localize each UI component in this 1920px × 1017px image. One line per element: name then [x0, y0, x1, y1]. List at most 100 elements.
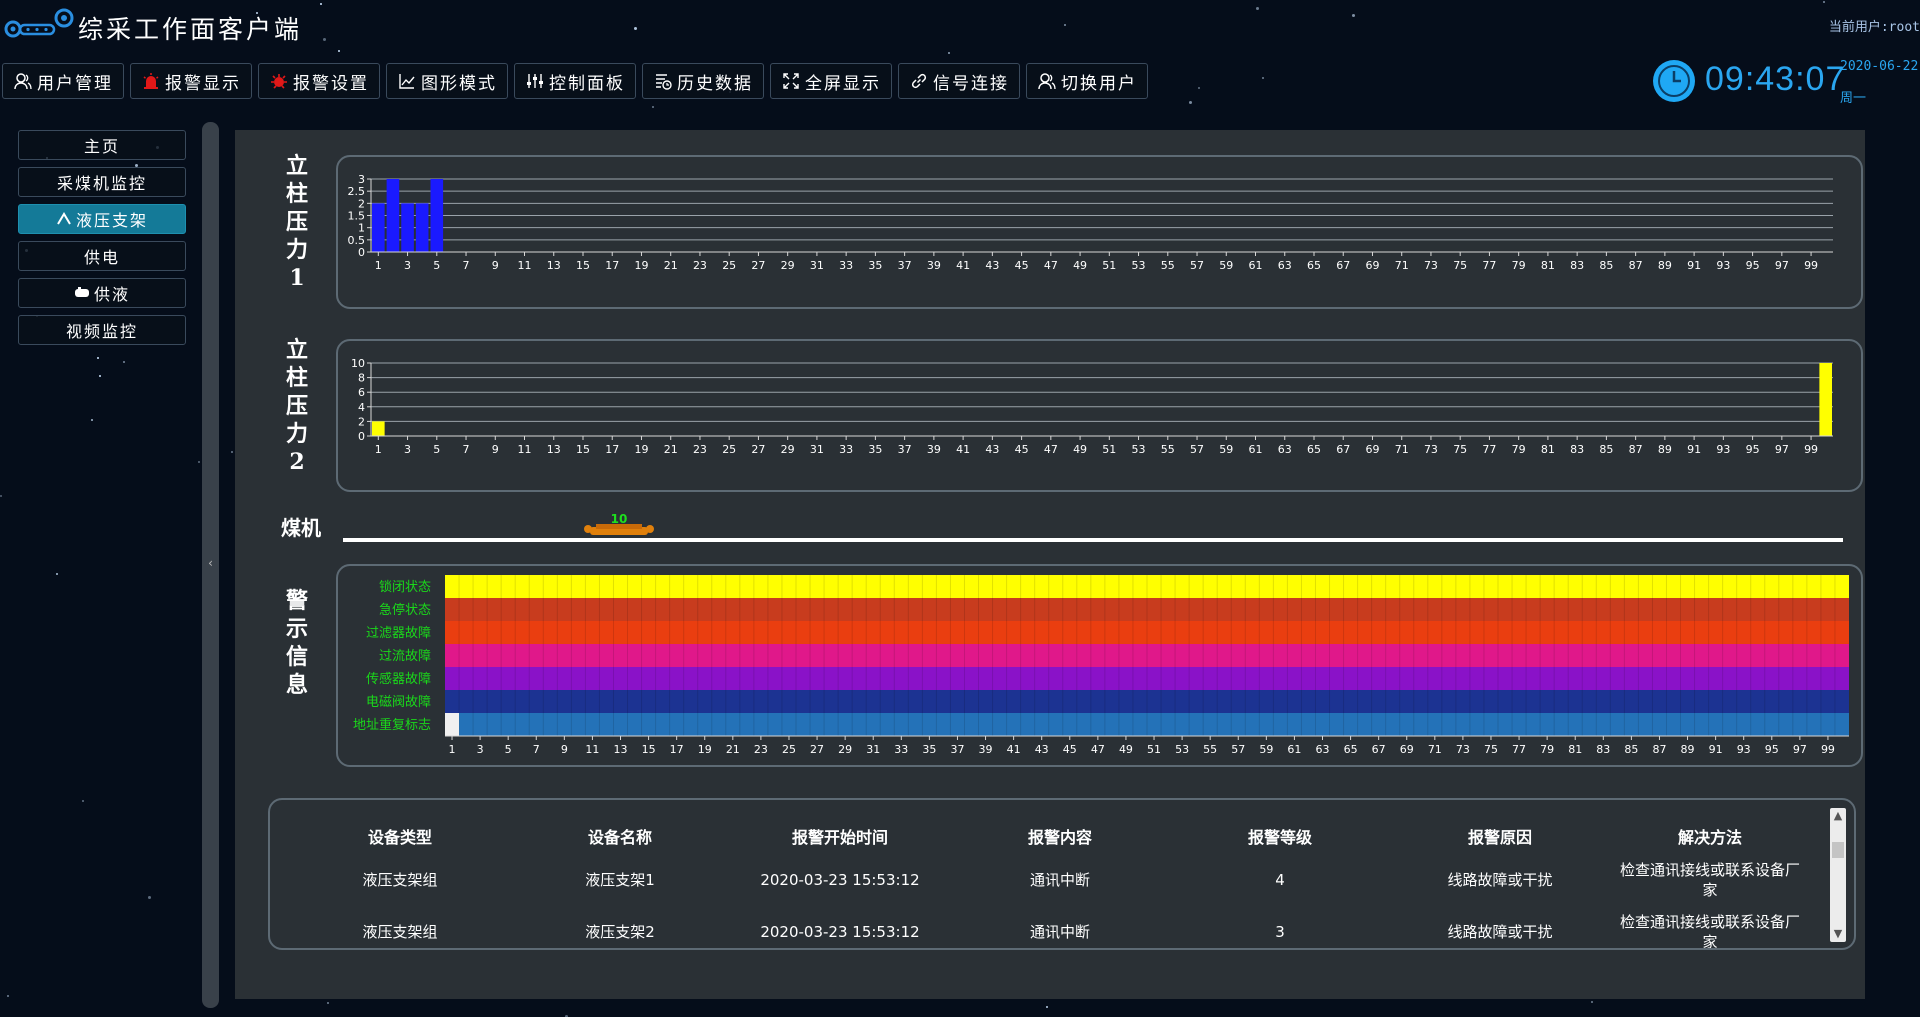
x-tick-label: 67 — [1336, 443, 1350, 456]
fullscreen-button[interactable]: 全屏显示 — [770, 63, 892, 99]
scroll-thumb[interactable] — [1832, 842, 1844, 858]
x-tick-label: 3 — [404, 259, 411, 272]
column-header[interactable]: 报警原因 — [1390, 818, 1610, 854]
clock-weekday: 周一 — [1840, 91, 1867, 106]
sidebar-item-video[interactable]: 视频监控 — [18, 315, 186, 345]
table-row[interactable]: 液压支架组 液压支架1 2020-03-23 15:53:12 通讯中断 4 线… — [290, 854, 1810, 906]
x-tick-label: 23 — [693, 259, 707, 272]
table-cell: 2020-03-23 15:53:12 — [760, 923, 920, 941]
graph-mode-button[interactable]: 图形模式 — [386, 63, 508, 99]
star-dot — [323, 38, 326, 41]
x-tick-label: 87 — [1629, 259, 1643, 272]
toolbar-label: 图形模式 — [421, 73, 497, 94]
table-cell: 线路故障或干扰 — [1447, 923, 1553, 941]
x-tick-label: 71 — [1428, 743, 1442, 756]
x-tick-label: 99 — [1804, 443, 1818, 456]
gear-chain-logo-icon — [4, 8, 74, 38]
sidebar-item-hydraulic-support[interactable]: 液压支架 — [18, 204, 186, 234]
y-tick-label: 2.5 — [348, 185, 366, 198]
table-cell: 2020-03-23 15:53:12 — [760, 871, 920, 889]
y-tick-label: 1.5 — [348, 210, 366, 223]
scroll-up-icon[interactable]: ▲ — [1830, 808, 1846, 824]
x-tick-label: 41 — [956, 443, 970, 456]
x-tick-label: 27 — [751, 259, 765, 272]
x-tick-label: 35 — [922, 743, 936, 756]
x-tick-label: 25 — [722, 443, 736, 456]
x-tick-label: 63 — [1316, 743, 1330, 756]
alarm-table: 设备类型 设备名称 报警开始时间 报警内容 报警等级 报警原因 解决方法 液压支… — [290, 818, 1810, 950]
toolbar-label: 历史数据 — [677, 73, 753, 94]
x-tick-label: 65 — [1307, 259, 1321, 272]
star-dot — [56, 573, 58, 575]
x-tick-label: 11 — [518, 259, 532, 272]
column-header[interactable]: 报警内容 — [950, 818, 1170, 854]
bar-1 — [372, 421, 385, 436]
sidebar-item-power[interactable]: 供电 — [18, 241, 186, 271]
alarm-settings-button[interactable]: 报警设置 — [258, 63, 380, 99]
x-tick-label: 19 — [634, 443, 648, 456]
x-tick-label: 7 — [463, 443, 470, 456]
toolbar-label: 全屏显示 — [805, 73, 881, 94]
x-tick-label: 15 — [576, 443, 590, 456]
column-header[interactable]: 设备类型 — [290, 818, 510, 854]
x-tick-label: 81 — [1541, 443, 1555, 456]
x-tick-label: 11 — [518, 443, 532, 456]
table-cell: 3 — [1275, 923, 1285, 941]
y-tick-label: 6 — [358, 386, 365, 399]
x-tick-label: 57 — [1190, 259, 1204, 272]
x-tick-label: 5 — [433, 259, 440, 272]
warnings-label: 警示信息 — [285, 588, 308, 698]
x-tick-label: 53 — [1175, 743, 1189, 756]
table-cell: 检查通讯接线或联系设备厂家 — [1619, 913, 1800, 950]
signal-connect-button[interactable]: 信号连接 — [898, 63, 1020, 99]
x-tick-label: 83 — [1570, 259, 1584, 272]
x-tick-label: 87 — [1652, 743, 1666, 756]
x-tick-label: 1 — [375, 259, 382, 272]
star-dot — [123, 361, 125, 363]
x-tick-label: 27 — [810, 743, 824, 756]
x-tick-label: 51 — [1102, 259, 1116, 272]
control-panel-button[interactable]: 控制面板 — [514, 63, 636, 99]
x-tick-label: 23 — [693, 443, 707, 456]
column-header[interactable]: 报警等级 — [1170, 818, 1390, 854]
x-tick-label: 61 — [1249, 259, 1263, 272]
switch-user-button[interactable]: 切换用户 — [1026, 63, 1148, 99]
x-tick-label: 23 — [754, 743, 768, 756]
x-tick-label: 83 — [1596, 743, 1610, 756]
x-tick-label: 77 — [1482, 443, 1496, 456]
clock-icon — [1653, 60, 1695, 102]
x-tick-label: 93 — [1737, 743, 1751, 756]
x-tick-label: 63 — [1278, 443, 1292, 456]
table-cell: 线路故障或干扰 — [1447, 871, 1553, 889]
scroll-down-icon[interactable]: ▼ — [1830, 926, 1846, 942]
x-tick-label: 95 — [1765, 743, 1779, 756]
collapse-sidebar-icon[interactable]: ‹ — [205, 556, 216, 576]
column-header[interactable]: 解决方法 — [1610, 818, 1810, 854]
sidebar-item-home[interactable]: 主页 — [18, 130, 186, 160]
sidebar-item-label: 视频监控 — [65, 322, 138, 341]
sidebar-item-fluid-supply[interactable]: 供液 — [18, 278, 186, 308]
star-dot — [1823, 1, 1825, 3]
user-management-button[interactable]: 用户管理 — [2, 63, 124, 99]
x-tick-label: 9 — [492, 259, 499, 272]
heatmap-row-label: 传感器故障 — [366, 671, 431, 687]
switch-user-icon — [1037, 71, 1057, 91]
heatmap-row-label: 电磁阀故障 — [366, 695, 431, 710]
x-tick-label: 95 — [1746, 259, 1760, 272]
x-tick-label: 63 — [1278, 259, 1292, 272]
alarm-display-button[interactable]: 报警显示 — [130, 63, 252, 99]
x-tick-label: 45 — [1015, 259, 1029, 272]
sidebar-item-shearer-monitor[interactable]: 采煤机监控 — [18, 167, 186, 197]
sidebar-nav: 主页 采煤机监控 液压支架 供电 供液 视频监控 — [18, 130, 186, 352]
star-dot — [634, 27, 637, 30]
y-tick-label: 0 — [358, 246, 365, 259]
y-tick-label: 10 — [351, 357, 365, 370]
star-dot — [91, 419, 93, 421]
x-tick-label: 11 — [585, 743, 599, 756]
history-data-button[interactable]: 历史数据 — [642, 63, 764, 99]
table-row[interactable]: 液压支架组 液压支架2 2020-03-23 15:53:12 通讯中断 3 线… — [290, 906, 1810, 950]
x-tick-label: 37 — [898, 443, 912, 456]
table-scrollbar[interactable]: ▲ ▼ — [1830, 808, 1846, 942]
column-header[interactable]: 设备名称 — [510, 818, 730, 854]
column-header[interactable]: 报警开始时间 — [730, 818, 950, 854]
